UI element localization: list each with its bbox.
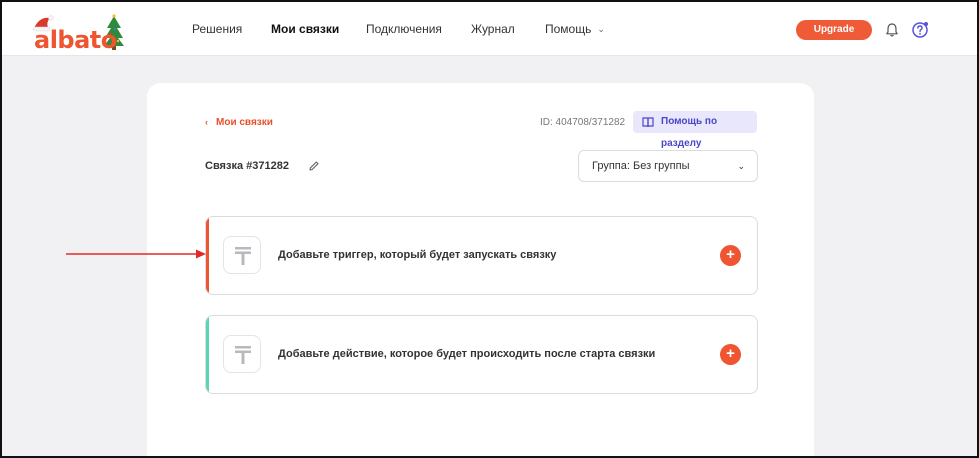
nav-item-help[interactable]: Помощь ⌄	[545, 22, 605, 36]
trigger-step-label: Добавьте триггер, который будет запускат…	[278, 249, 557, 261]
chevron-down-icon: ⌄	[597, 24, 605, 34]
action-step[interactable]: Добавьте действие, которое будет происхо…	[205, 315, 758, 394]
help-question-icon[interactable]	[911, 21, 929, 39]
service-placeholder-icon	[235, 346, 251, 364]
group-select[interactable]: Группа: Без группы ⌄	[578, 150, 758, 182]
trigger-step[interactable]: Добавьте триггер, который будет запускат…	[205, 216, 758, 295]
pencil-icon[interactable]	[308, 160, 320, 172]
bundle-card: ‹ Мои связки ID: 404708/371282 Помощь по …	[147, 83, 814, 456]
add-trigger-button[interactable]: +	[720, 245, 741, 266]
nav-item-connections[interactable]: Подключения	[366, 22, 442, 36]
group-select-value: Группа: Без группы	[592, 160, 690, 172]
nav-item-my-bundles[interactable]: Мои связки	[271, 22, 339, 36]
bundle-id: ID: 404708/371282	[540, 117, 626, 128]
nav-item-journal[interactable]: Журнал	[471, 22, 515, 36]
back-link-label: Мои связки	[216, 117, 273, 128]
action-service-icon	[223, 335, 261, 373]
annotation-arrow-icon	[66, 249, 206, 259]
back-link[interactable]: ‹ Мои связки	[205, 117, 273, 128]
bell-icon[interactable]	[884, 22, 900, 38]
step-accent-bar	[206, 316, 209, 393]
app-window: albato Решения Мои связки Подключения Жу…	[0, 0, 979, 458]
section-help-button[interactable]: Помощь по разделу	[633, 111, 757, 149]
chevron-left-icon: ‹	[205, 117, 208, 127]
albato-logo[interactable]: albato	[30, 12, 126, 54]
service-placeholder-icon	[235, 247, 251, 265]
top-header: albato Решения Мои связки Подключения Жу…	[2, 2, 977, 56]
trigger-service-icon	[223, 236, 261, 274]
action-step-label: Добавьте действие, которое будет происхо…	[278, 348, 656, 360]
chevron-down-icon: ⌄	[737, 161, 745, 171]
step-accent-bar	[206, 217, 209, 294]
nav-item-solutions[interactable]: Решения	[192, 22, 242, 36]
nav-item-help-label: Помощь	[545, 22, 592, 36]
bundle-title: Связка #371282	[205, 160, 289, 172]
upgrade-button[interactable]: Upgrade	[796, 20, 872, 40]
add-action-button[interactable]: +	[720, 344, 741, 365]
section-help-label: Помощь по разделу	[661, 116, 718, 149]
logo-text: albato	[34, 26, 117, 54]
book-icon	[642, 117, 654, 128]
